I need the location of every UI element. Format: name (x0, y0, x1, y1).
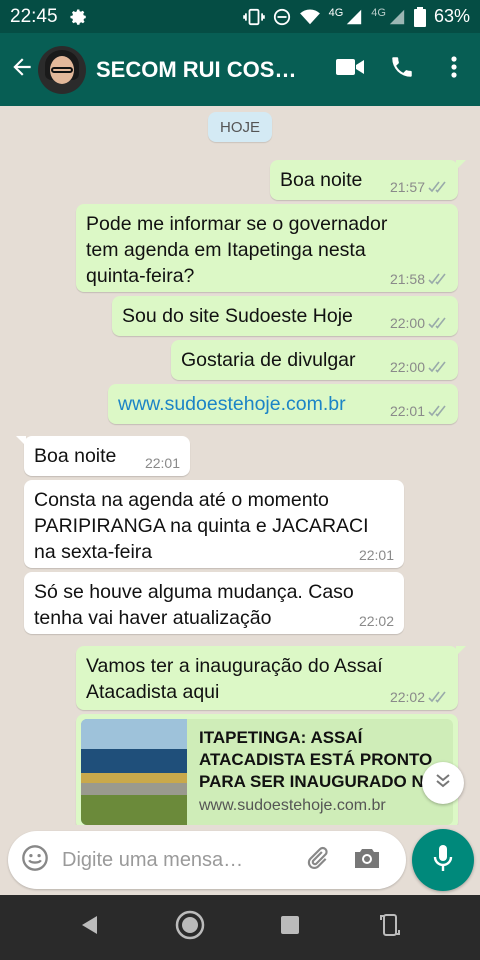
message-time: 22:00 (389, 315, 425, 331)
message-time: 22:02 (358, 613, 394, 629)
back-button[interactable] (2, 33, 42, 106)
nav-recents-icon (280, 915, 300, 940)
message-time: 22:01 (389, 403, 425, 419)
camera-button[interactable] (342, 831, 392, 889)
rotate-button[interactable] (360, 895, 420, 960)
status-bar: 22:45 4G 4G 63% (0, 0, 480, 33)
read-ticks-icon (428, 273, 448, 285)
scroll-down-icon (434, 772, 452, 795)
message-incoming[interactable]: Só se houve alguma mudança. Caso tenha v… (24, 572, 404, 634)
message-outgoing[interactable]: Boa noite 21:57 (270, 160, 466, 200)
message-text: Gostaria de divulgar (181, 349, 356, 371)
composer (0, 825, 480, 895)
message-line: tenha vai haver atualização (34, 607, 272, 629)
message-text: Boa noite (280, 169, 363, 191)
message-line: PARIPIRANGA na quinta e JACARACI (34, 515, 369, 537)
message-time: 21:58 (389, 271, 425, 287)
read-ticks-icon (428, 405, 448, 417)
message-line: na sexta-feira (34, 541, 153, 563)
message-text: Boa noite (34, 445, 117, 467)
message-time: 21:57 (389, 179, 425, 195)
preview-site: www.sudoestehoje.com.br (199, 797, 386, 814)
attach-button[interactable] (292, 831, 342, 889)
message-line: Só se houve alguma mudança. Caso (34, 581, 354, 603)
battery-level: 63% (433, 6, 470, 26)
chat-header: SECOM RUI COS… (0, 33, 480, 106)
message-link[interactable]: www.sudoestehoje.com.br (118, 393, 346, 415)
attach-icon (304, 845, 330, 876)
message-incoming[interactable]: Consta na agenda até o momento PARIPIRAN… (24, 480, 404, 568)
message-outgoing[interactable]: Vamos ter a inauguração do Assaí Atacadi… (76, 646, 466, 710)
network-type: 4G (328, 6, 344, 19)
message-outgoing[interactable]: Sou do site Sudoeste Hoje 22:00 (112, 296, 458, 336)
message-line: Pode me informar se o governador (86, 213, 388, 235)
contact-name[interactable]: SECOM RUI COS… (96, 57, 296, 83)
message-text: Sou do site Sudoeste Hoje (122, 305, 353, 327)
message-time: 22:01 (144, 455, 180, 471)
message-outgoing[interactable]: www.sudoestehoje.com.br 22:01 (108, 384, 458, 424)
message-input-pill (8, 831, 406, 889)
back-arrow-icon (9, 54, 35, 85)
mic-icon (431, 843, 455, 878)
nav-back-button[interactable] (60, 895, 120, 960)
emoji-button[interactable] (8, 831, 62, 889)
battery-icon (413, 6, 426, 27)
message-line: tem agenda em Itapetinga nesta (86, 239, 366, 261)
emoji-icon (21, 844, 49, 877)
message-outgoing[interactable]: Pode me informar se o governador tem age… (76, 204, 458, 292)
voice-call-button[interactable] (376, 33, 428, 106)
avatar[interactable] (38, 45, 86, 94)
message-time: 22:00 (389, 359, 425, 375)
signal-icon-2 (388, 8, 406, 26)
more-options-button[interactable] (428, 33, 480, 106)
scroll-down-button[interactable] (422, 762, 464, 804)
status-time: 22:45 (10, 5, 58, 27)
nav-back-icon (79, 914, 101, 941)
message-line: Vamos ter a inauguração do Assaí (86, 655, 383, 677)
nav-home-button[interactable] (160, 895, 220, 960)
message-input[interactable] (62, 848, 292, 872)
read-ticks-icon (428, 317, 448, 329)
preview-thumbnail (81, 719, 187, 825)
message-time: 22:01 (358, 547, 394, 563)
dnd-icon (273, 8, 291, 26)
vibrate-icon (242, 8, 265, 26)
message-time: 22:02 (389, 689, 425, 705)
video-call-icon (336, 57, 364, 82)
mic-button[interactable] (412, 829, 474, 891)
system-nav-bar (0, 895, 480, 960)
read-ticks-icon (428, 181, 448, 193)
message-outgoing[interactable]: Gostaria de divulgar 22:00 (171, 340, 458, 380)
nav-recents-button[interactable] (260, 895, 320, 960)
wifi-icon (299, 8, 321, 26)
video-call-button[interactable] (324, 33, 376, 106)
date-chip: HOJE (208, 112, 272, 142)
link-preview[interactable]: ITAPETINGA: ASSAÍ ATACADISTA ESTÁ PRONTO… (76, 714, 458, 825)
more-icon (450, 55, 458, 84)
rotate-icon (379, 912, 401, 943)
network-type-2: 4G (371, 6, 386, 19)
message-line: Consta na agenda até o momento (34, 489, 329, 511)
chat-area[interactable]: HOJE Boa noite 21:57 Pode me informar se… (0, 106, 480, 825)
settings-icon (69, 8, 88, 26)
message-incoming[interactable]: Boa noite 22:01 (16, 436, 190, 476)
preview-title: ITAPETINGA: ASSAÍ ATACADISTA ESTÁ PRONTO… (199, 728, 441, 791)
signal-icon (345, 8, 363, 26)
phone-icon (389, 54, 415, 85)
nav-home-icon (175, 910, 205, 945)
read-ticks-icon (428, 691, 448, 703)
read-ticks-icon (428, 361, 448, 373)
camera-icon (353, 846, 381, 875)
